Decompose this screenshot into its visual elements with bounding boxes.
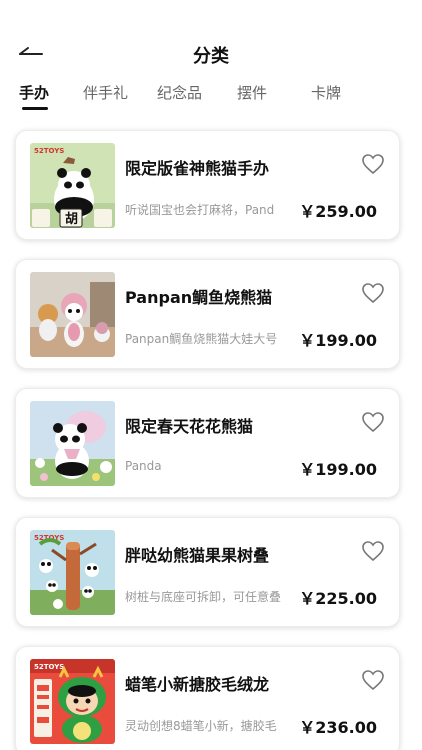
tab-mementos[interactable]: 纪念品 bbox=[157, 82, 202, 103]
svg-text:胡: 胡 bbox=[65, 211, 78, 227]
product-title: 蜡笔小新搪胶毛绒龙 bbox=[125, 675, 270, 694]
product-desc: 听说国宝也会打麻将，Pand bbox=[125, 203, 275, 217]
header: 分类 bbox=[0, 36, 422, 72]
category-tabs: 手办 伴手礼 纪念品 摆件 卡牌 bbox=[0, 82, 422, 118]
product-image bbox=[30, 401, 115, 486]
product-price: ￥236.00 bbox=[299, 718, 377, 737]
product-card[interactable]: 52TOYS 蜡笔小新搪胶毛绒龙 灵动创想8蜡笔小新，搪胶毛 ￥236.00 bbox=[15, 646, 400, 750]
product-desc: Panda bbox=[125, 459, 162, 473]
tab-souvenir-gifts[interactable]: 伴手礼 bbox=[83, 82, 128, 103]
page-title: 分类 bbox=[193, 46, 229, 67]
product-image bbox=[30, 272, 115, 357]
product-image: 52TOYS bbox=[30, 659, 115, 744]
product-desc: 灵动创想8蜡笔小新，搪胶毛 bbox=[125, 719, 277, 733]
product-card[interactable]: Panpan鲷鱼烧熊猫 Panpan鲷鱼烧熊猫大娃大号 ￥199.00 bbox=[15, 259, 400, 369]
product-card[interactable]: 52TOYS 胡 限定版雀神熊猫手办 听说国宝也会打麻将，Pand ￥259.0… bbox=[15, 130, 400, 240]
tab-label: 手办 bbox=[19, 84, 50, 102]
heart-outline-icon[interactable] bbox=[361, 411, 385, 433]
product-card[interactable]: 限定春天花花熊猫 Panda ￥199.00 bbox=[15, 388, 400, 498]
product-image: 52TOYS bbox=[30, 530, 115, 615]
heart-outline-icon[interactable] bbox=[361, 669, 385, 691]
product-desc: Panpan鲷鱼烧熊猫大娃大号 bbox=[125, 332, 278, 346]
product-card[interactable]: 52TOYS 胖哒幼熊猫果果树叠 树桩与底座可拆卸，可任意叠 ￥225.00 bbox=[15, 517, 400, 627]
tab-figures[interactable]: 手办 bbox=[19, 82, 50, 110]
heart-outline-icon[interactable] bbox=[361, 153, 385, 175]
tab-ornaments[interactable]: 摆件 bbox=[237, 82, 267, 103]
heart-outline-icon[interactable] bbox=[361, 540, 385, 562]
product-title: Panpan鲷鱼烧熊猫 bbox=[125, 288, 273, 307]
product-title: 限定版雀神熊猫手办 bbox=[125, 159, 270, 178]
product-image: 52TOYS 胡 bbox=[30, 143, 115, 228]
product-price: ￥199.00 bbox=[299, 460, 377, 479]
active-tab-indicator bbox=[22, 107, 48, 110]
tab-cards[interactable]: 卡牌 bbox=[311, 82, 341, 103]
product-price: ￥259.00 bbox=[299, 202, 377, 221]
product-desc: 树桩与底座可拆卸，可任意叠 bbox=[125, 590, 282, 604]
product-title: 限定春天花花熊猫 bbox=[125, 417, 254, 436]
svg-text:52TOYS: 52TOYS bbox=[34, 147, 64, 155]
product-price: ￥225.00 bbox=[299, 589, 377, 608]
product-price: ￥199.00 bbox=[299, 331, 377, 350]
svg-text:52TOYS: 52TOYS bbox=[34, 663, 64, 671]
product-title: 胖哒幼熊猫果果树叠 bbox=[125, 546, 270, 565]
heart-outline-icon[interactable] bbox=[361, 282, 385, 304]
